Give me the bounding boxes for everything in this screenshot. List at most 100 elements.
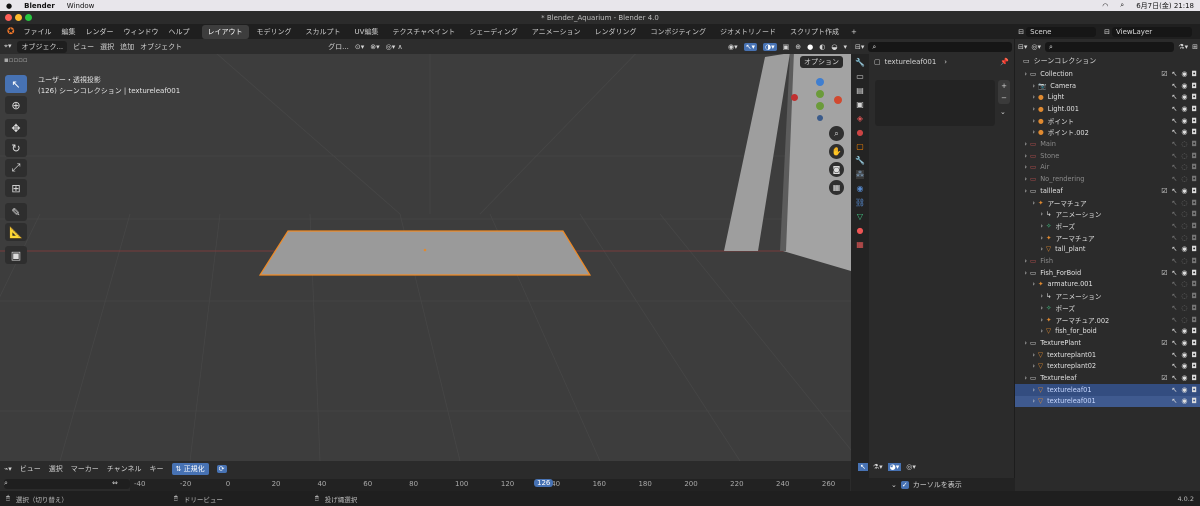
- outliner-editor-type-icon[interactable]: ⊟▾: [1018, 43, 1027, 51]
- constraints-tab-icon[interactable]: ⛓: [855, 198, 865, 207]
- zoom-window-button[interactable]: [25, 14, 32, 21]
- outliner-row[interactable]: › ▭ Air ↖ ◌ ◘: [1015, 162, 1200, 174]
- view-layer-icon[interactable]: ⊟: [1104, 28, 1110, 36]
- camera-render-icon[interactable]: ◘: [1191, 339, 1197, 347]
- eye-icon[interactable]: ◉: [1181, 386, 1187, 394]
- expand-arrow-icon[interactable]: ›: [1015, 117, 1035, 125]
- tab-sculpt[interactable]: スカルプト: [300, 25, 347, 39]
- scale-tool-icon[interactable]: ⤢: [5, 159, 27, 177]
- overlay-icon[interactable]: ◑▾: [763, 42, 777, 51]
- scene-icon[interactable]: ⊟: [1018, 28, 1024, 36]
- outliner-row[interactable]: › ▭ Textureleaf ☑ ↖ ◉ ◘: [1015, 372, 1200, 384]
- expand-arrow-icon[interactable]: ›: [1015, 93, 1035, 101]
- timeline-menu-marker[interactable]: マーカー: [71, 464, 99, 474]
- outliner-row[interactable]: › ▭ Fish ↖ ◌ ◘: [1015, 255, 1200, 267]
- expand-arrow-icon[interactable]: ›: [1015, 105, 1035, 113]
- expand-arrow-icon[interactable]: ›: [1015, 397, 1035, 405]
- expand-arrow-icon[interactable]: ›: [1015, 222, 1043, 230]
- 3d-viewport[interactable]: [0, 39, 851, 461]
- modifier-tab-icon[interactable]: 🔧: [855, 156, 865, 165]
- render-tab-icon[interactable]: ▭: [856, 72, 864, 81]
- camera-render-icon[interactable]: ◘: [1191, 175, 1197, 183]
- selectable-icon[interactable]: ↖: [1171, 292, 1177, 300]
- timeline-menu-key[interactable]: キー: [150, 464, 164, 474]
- expand-arrow-icon[interactable]: ›: [1015, 187, 1027, 195]
- filter-funnel-icon[interactable]: ⚗▾: [873, 463, 883, 471]
- selectable-icon[interactable]: ↖: [1171, 105, 1177, 113]
- expand-arrow-icon[interactable]: ›: [1015, 280, 1035, 288]
- expand-arrow-icon[interactable]: ›: [1015, 339, 1027, 347]
- outliner-row[interactable]: › ▽ tall_plant ↖ ◉ ◘: [1015, 244, 1200, 256]
- shading-solid-icon[interactable]: ●: [807, 43, 813, 51]
- eye-icon[interactable]: ◉: [1181, 82, 1187, 90]
- selection-mode-buttons[interactable]: ▪▫▫▫▫: [4, 56, 28, 64]
- selectable-icon[interactable]: ↖: [1171, 163, 1177, 171]
- selectable-icon[interactable]: ↖: [1171, 234, 1177, 242]
- new-collection-icon[interactable]: ⊞: [1192, 43, 1198, 51]
- selectable-icon[interactable]: ↖: [1171, 152, 1177, 160]
- axis-x-neg-icon[interactable]: [791, 94, 798, 101]
- camera-render-icon[interactable]: ◘: [1191, 70, 1197, 78]
- selectable-icon[interactable]: ↖: [1171, 257, 1177, 265]
- expand-arrow-icon[interactable]: ›: [1015, 70, 1027, 78]
- menu-window[interactable]: ウィンドウ: [120, 27, 163, 37]
- apple-icon[interactable]: ●: [6, 2, 12, 10]
- camera-render-icon[interactable]: ◘: [1191, 128, 1197, 136]
- outliner-row[interactable]: › ✦ アーマチュア ↖ ◌ ◘: [1015, 197, 1200, 209]
- eye-icon[interactable]: ◌: [1181, 234, 1187, 242]
- outliner-row[interactable]: › ▭ Main ↖ ◌ ◘: [1015, 138, 1200, 150]
- annotate-tool-icon[interactable]: ✎: [5, 203, 27, 221]
- eye-icon[interactable]: ◉: [1181, 245, 1187, 253]
- shading-material-icon[interactable]: ◐: [819, 43, 825, 51]
- proportional-icon[interactable]: ◎▾ ∧: [386, 43, 403, 51]
- ghost-icon[interactable]: ◕▾: [887, 463, 902, 471]
- scene-collection-row[interactable]: ▭ シーンコレクション: [1023, 56, 1096, 66]
- viewport-menu-view[interactable]: ビュー: [73, 42, 94, 52]
- eye-icon[interactable]: ◉: [1181, 93, 1187, 101]
- add-remove-slot-buttons[interactable]: + −: [998, 80, 1010, 104]
- selectable-icon[interactable]: ↖: [1171, 386, 1177, 394]
- viewport-menu-select[interactable]: 選択: [100, 42, 114, 52]
- selectable-icon[interactable]: ↖: [1171, 199, 1177, 207]
- eye-icon[interactable]: ◉: [1181, 339, 1187, 347]
- expand-arrow-icon[interactable]: ›: [1015, 374, 1027, 382]
- outliner-row[interactable]: › ↳ アニメーション ↖ ◌ ◘: [1015, 208, 1200, 220]
- expand-arrow-icon[interactable]: ›: [1015, 386, 1035, 394]
- transform-orientation[interactable]: グロ...: [328, 42, 349, 52]
- outliner-row[interactable]: › ▭ TexturePlant ☑ ↖ ◉ ◘: [1015, 337, 1200, 349]
- selectable-icon[interactable]: ↖: [1171, 187, 1177, 195]
- eye-icon[interactable]: ◉: [1181, 105, 1187, 113]
- axis-gizmo-icon[interactable]: [808, 74, 848, 124]
- menu-file[interactable]: ファイル: [20, 27, 56, 37]
- selectable-icon[interactable]: ↖: [1171, 316, 1177, 324]
- mode-selector[interactable]: オブジェク...: [17, 40, 68, 53]
- eye-icon[interactable]: ◉: [1181, 117, 1187, 125]
- eye-icon[interactable]: ◌: [1181, 210, 1187, 218]
- expand-arrow-icon[interactable]: ›: [1015, 316, 1043, 324]
- minimize-window-button[interactable]: [15, 14, 22, 21]
- exclude-checkbox[interactable]: ☑: [1161, 374, 1167, 382]
- outliner-row[interactable]: › ↳ アニメーション ↖ ◌ ◘: [1015, 290, 1200, 302]
- camera-render-icon[interactable]: ◘: [1191, 386, 1197, 394]
- shading-options-icon[interactable]: ▾: [843, 43, 847, 51]
- tool-tab-icon[interactable]: 🔧: [855, 58, 865, 67]
- camera-render-icon[interactable]: ◘: [1191, 397, 1197, 405]
- eye-icon[interactable]: ◌: [1181, 222, 1187, 230]
- world-tab-icon[interactable]: ●: [857, 128, 864, 137]
- normalize-toggle[interactable]: ⇅ 正規化: [171, 463, 209, 475]
- menu-help[interactable]: ヘルプ: [165, 27, 194, 37]
- select-tool-icon[interactable]: ↖: [5, 75, 27, 93]
- outliner-row[interactable]: › ▽ fish_for_boid ↖ ◉ ◘: [1015, 325, 1200, 337]
- camera-render-icon[interactable]: ◘: [1191, 245, 1197, 253]
- visibility-icon[interactable]: ◉▾: [728, 43, 738, 51]
- clock[interactable]: 6月7日(金) 21:18: [1136, 1, 1194, 11]
- eye-icon[interactable]: ◌: [1181, 304, 1187, 312]
- expand-arrow-icon[interactable]: ›: [1015, 234, 1043, 242]
- outliner-row[interactable]: › ▭ No_rendering ↖ ◌ ◘: [1015, 173, 1200, 185]
- outliner-row[interactable]: › ● Light ↖ ◉ ◘: [1015, 91, 1200, 103]
- eye-icon[interactable]: ◉: [1181, 374, 1187, 382]
- outliner-row[interactable]: › ▭ Fish_ForBoid ☑ ↖ ◉ ◘: [1015, 267, 1200, 279]
- selectable-icon[interactable]: ↖: [1171, 280, 1177, 288]
- menu-render[interactable]: レンダー: [82, 27, 118, 37]
- exclude-checkbox[interactable]: ☑: [1161, 339, 1167, 347]
